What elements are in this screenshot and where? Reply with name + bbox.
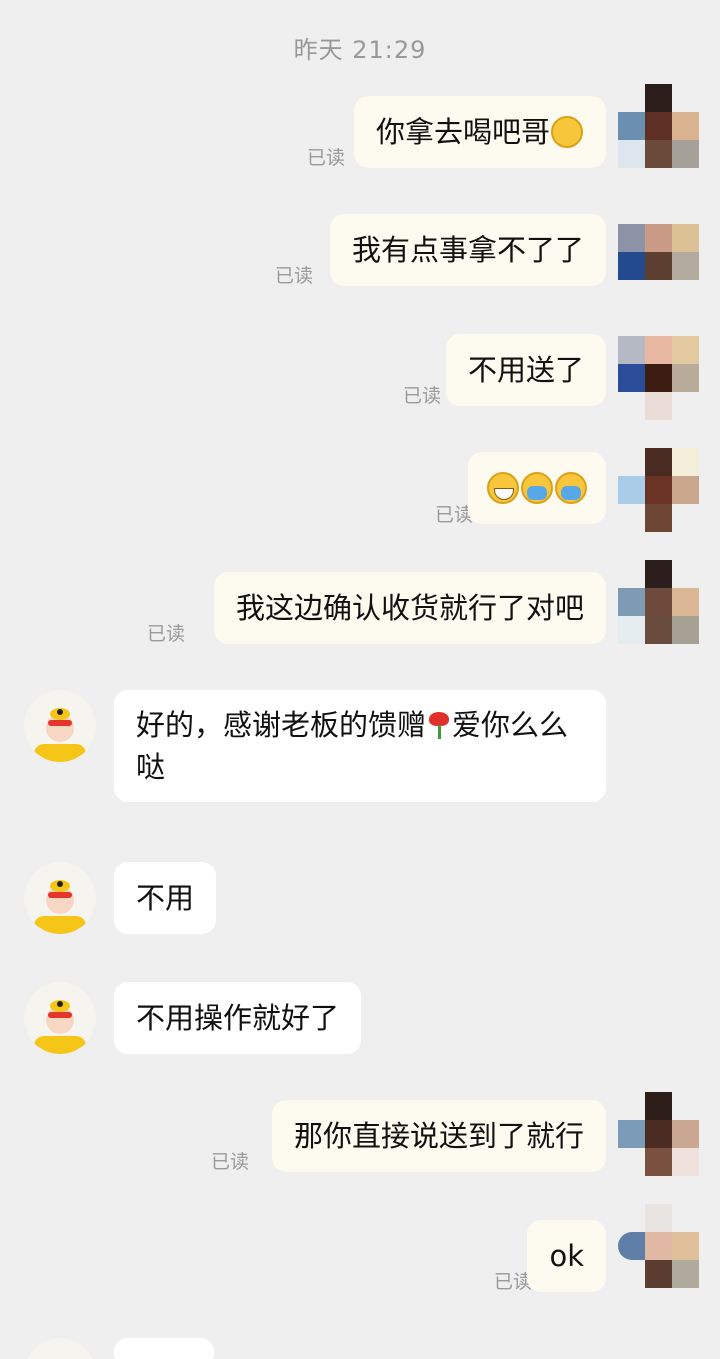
grin-emoji-icon [487,472,519,504]
peer-avatar[interactable] [24,982,96,1054]
my-avatar[interactable] [618,1204,699,1288]
my-avatar[interactable] [618,84,699,168]
read-receipt: 已读 [494,1271,533,1293]
peer-message-bubble[interactable]: 好的，感谢老板的馈赠 爱你么么哒 [114,690,606,802]
read-receipt: 已读 [147,623,186,645]
read-receipt: 已读 [307,147,346,169]
my-avatar[interactable] [618,560,699,644]
crying-emoji-icon [555,472,587,504]
read-receipt: 已读 [211,1151,250,1173]
peer-avatar[interactable] [24,690,96,762]
rose-emoji-icon [426,710,452,740]
my-avatar[interactable] [618,1092,699,1176]
chat-timestamp: 昨天 21:29 [293,36,427,64]
my-message-bubble[interactable]: 我这边确认收货就行了对吧 [213,572,606,644]
peer-message-bubble[interactable]: 不用 [114,862,217,934]
peer-avatar[interactable] [24,1338,96,1359]
flushed-emoji-icon [551,116,583,148]
my-message-bubble[interactable]: 不用送了 [445,334,606,406]
my-avatar[interactable] [618,336,699,420]
my-message-bubble[interactable] [468,452,606,524]
my-message-bubble[interactable]: 我有点事拿不了了 [329,214,606,286]
read-receipt: 已读 [275,265,314,287]
my-avatar[interactable] [618,224,699,308]
my-message-bubble[interactable]: 你拿去喝吧哥 [353,96,606,168]
my-message-bubble[interactable]: 那你直接说送到了就行 [271,1100,606,1172]
courier-avatar-icon [34,1000,86,1054]
peer-message-bubble[interactable]: 不用操作就好了 [114,982,362,1054]
my-avatar[interactable] [618,448,699,532]
crying-emoji-icon [521,472,553,504]
peer-message-bubble[interactable] [114,1338,214,1359]
read-receipt: 已读 [403,385,442,407]
peer-avatar[interactable] [24,862,96,934]
courier-avatar-icon [34,880,86,934]
my-message-bubble[interactable]: ok [527,1220,606,1292]
courier-avatar-icon [34,708,86,762]
